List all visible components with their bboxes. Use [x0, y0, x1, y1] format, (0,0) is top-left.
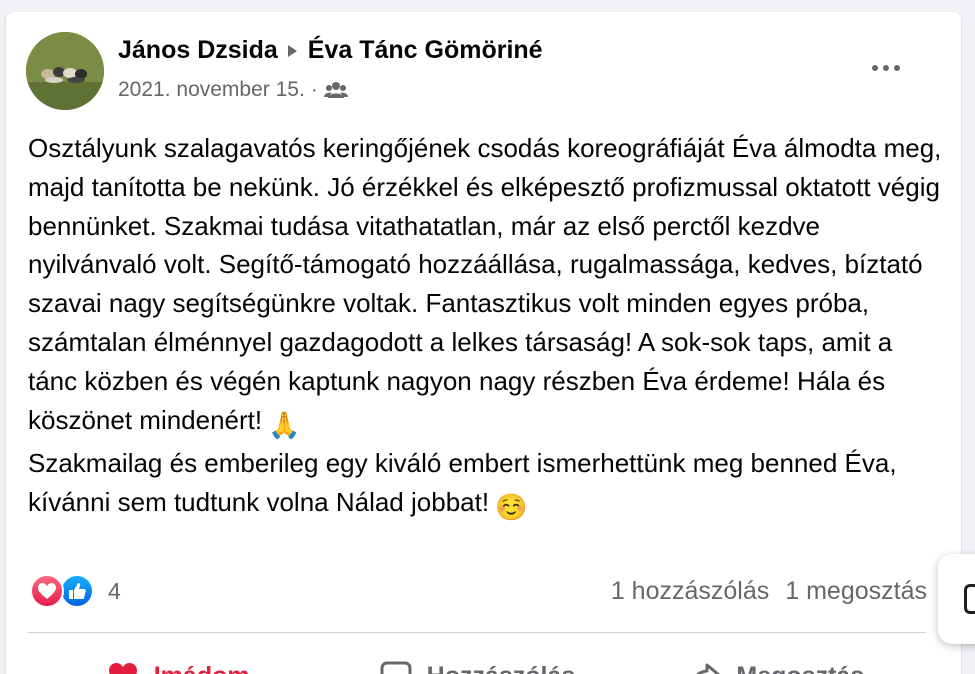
shares-count-link[interactable]: 1 megosztás: [785, 577, 927, 606]
author-name-link[interactable]: János Dzsida: [118, 36, 278, 65]
arrow-right-icon: [287, 44, 297, 57]
reaction-count: 4: [108, 577, 121, 604]
reaction-summary[interactable]: 4: [30, 574, 121, 608]
more-options-button[interactable]: [864, 52, 908, 84]
phone-icon: [964, 584, 975, 614]
comment-button[interactable]: Hozzászólás: [327, 646, 626, 674]
post-body: Osztályunk szalagavatós keringőjének cso…: [28, 129, 943, 527]
post-paragraph: Osztályunk szalagavatós keringőjének cso…: [28, 133, 949, 435]
smiling-emoji: ☺️: [495, 492, 528, 523]
friends-icon[interactable]: [323, 80, 348, 100]
meta-separator: ·: [310, 78, 318, 101]
post-card: János Dzsida Éva Tánc Gömöriné 2021. nov…: [6, 12, 961, 674]
love-reaction-icon: [30, 574, 64, 608]
post-paragraph: Szakmailag és emberileg egy kiváló ember…: [28, 448, 904, 518]
post-actions: Imádom Hozzászólás Megosztás: [28, 646, 926, 674]
love-button[interactable]: Imádom: [28, 646, 327, 674]
share-button[interactable]: Megosztás: [627, 646, 926, 674]
dot-icon: [872, 65, 878, 71]
heart-icon: [108, 663, 137, 674]
engagement-stats: 1 hozzászólás 1 megosztás: [611, 577, 927, 606]
love-button-label: Imádom: [154, 662, 250, 674]
comments-count-link[interactable]: 1 hozzászólás: [611, 577, 769, 606]
post-header-names: János Dzsida Éva Tánc Gömöriné: [118, 36, 543, 65]
share-icon: [696, 663, 721, 674]
post-date-link[interactable]: 2021. november 15.: [118, 78, 305, 102]
dot-icon: [894, 65, 900, 71]
comment-button-label: Hozzászólás: [427, 662, 576, 674]
comment-icon: [380, 661, 412, 674]
post-meta: 2021. november 15. ·: [118, 78, 348, 102]
author-avatar[interactable]: [26, 32, 104, 110]
share-button-label: Megosztás: [736, 662, 864, 674]
target-name-link[interactable]: Éva Tánc Gömöriné: [308, 36, 543, 65]
side-panel-tab[interactable]: [938, 554, 975, 644]
dot-icon: [883, 65, 889, 71]
folded-hands-emoji: 🙏: [268, 409, 301, 440]
like-reaction-icon: [60, 574, 94, 608]
actions-divider: [28, 632, 926, 633]
